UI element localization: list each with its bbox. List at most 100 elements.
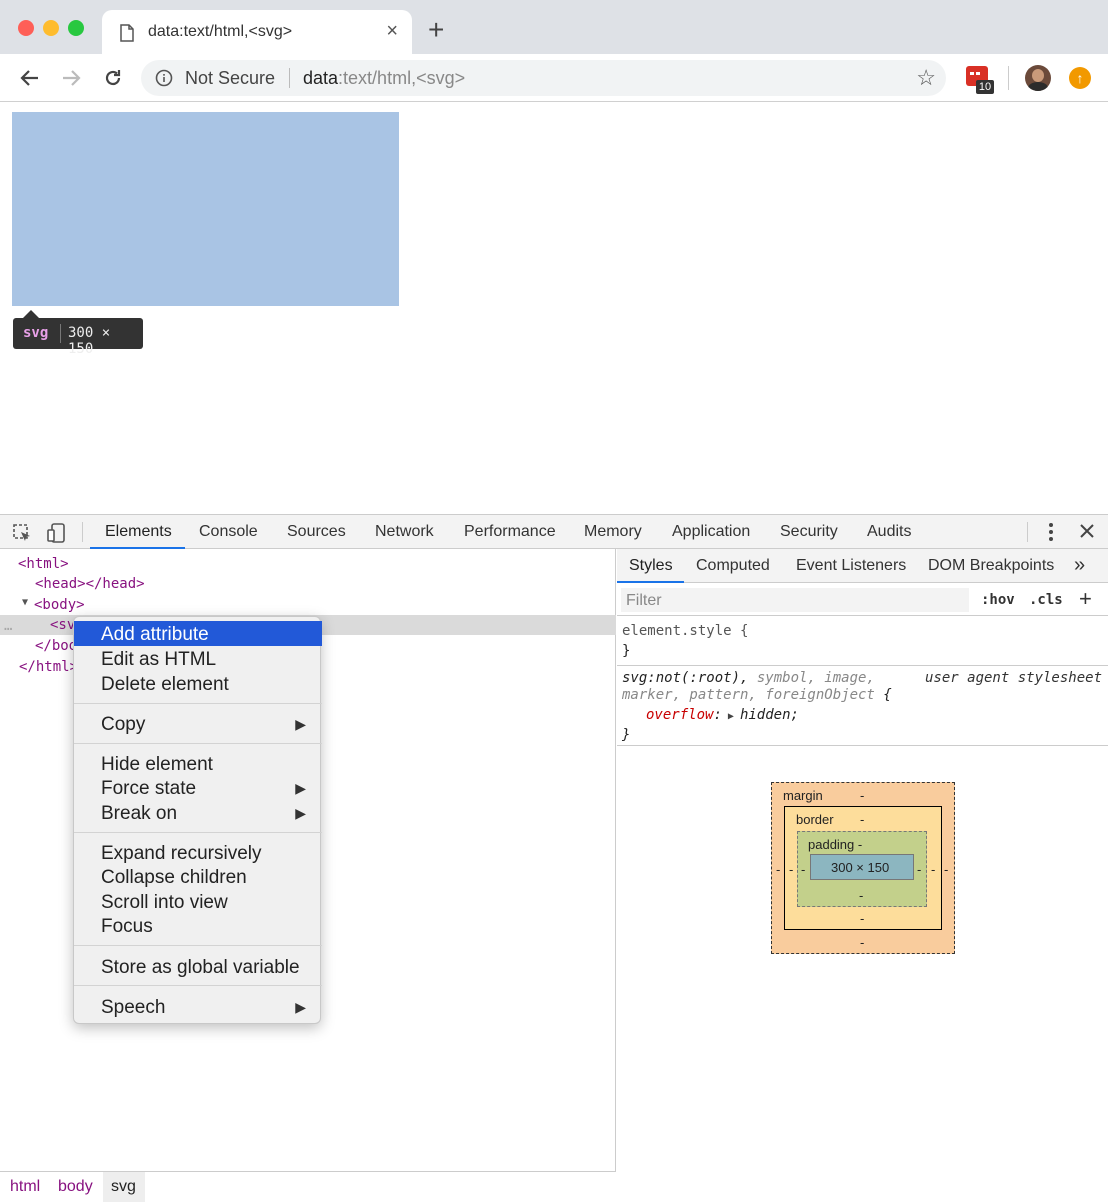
box-model-content[interactable]: 300 × 150 xyxy=(810,854,914,880)
tab-audits[interactable]: Audits xyxy=(867,523,911,541)
kebab-menu-icon[interactable] xyxy=(1043,521,1059,548)
menu-item-scroll-into-view[interactable]: Scroll into view xyxy=(74,889,322,914)
new-tab-button[interactable]: + xyxy=(428,16,444,44)
colon: : xyxy=(713,707,722,723)
ua-brace: { xyxy=(874,687,892,703)
ua-rule-selector[interactable]: svg:not(:root), symbol, image, xyxy=(622,670,875,686)
dom-body-close[interactable]: </bod xyxy=(35,638,77,654)
submenu-arrow-icon: ▶ xyxy=(295,780,306,796)
menu-item-delete-element[interactable]: Delete element xyxy=(74,671,322,696)
margin-top-value: - xyxy=(860,788,865,803)
menu-item-store-global[interactable]: Store as global variable xyxy=(74,954,322,979)
menu-item-edit-as-html[interactable]: Edit as HTML xyxy=(74,646,322,671)
menu-item-copy[interactable]: Copy ▶ xyxy=(74,711,322,736)
tab-styles[interactable]: Styles xyxy=(629,557,673,575)
close-devtools-icon[interactable] xyxy=(1078,522,1096,545)
submenu-arrow-icon: ▶ xyxy=(295,716,306,732)
new-style-rule-icon[interactable]: + xyxy=(1079,586,1092,612)
menu-item-hide-element[interactable]: Hide element xyxy=(74,751,322,776)
hov-toggle[interactable]: :hov xyxy=(981,592,1015,608)
rule-divider-2 xyxy=(617,745,1108,746)
rule-divider xyxy=(617,665,1108,666)
device-toolbar-icon[interactable] xyxy=(46,522,68,549)
forward-button[interactable] xyxy=(57,64,85,92)
window-minimize-button[interactable] xyxy=(43,20,59,36)
content-size: 300 × 150 xyxy=(831,860,890,875)
breadcrumb-html[interactable]: html xyxy=(10,1178,40,1196)
tab-memory[interactable]: Memory xyxy=(584,523,642,541)
tab-security[interactable]: Security xyxy=(780,523,838,541)
menu-item-label: Scroll into view xyxy=(101,892,228,913)
reload-icon xyxy=(105,70,121,86)
tabbar-divider-right xyxy=(1027,522,1028,542)
address-bar[interactable]: Not Secure data:text/html,<svg> ☆ xyxy=(141,60,946,96)
tab-console[interactable]: Console xyxy=(199,523,258,541)
info-icon[interactable] xyxy=(155,69,173,92)
cls-toggle[interactable]: .cls xyxy=(1029,592,1063,608)
submenu-arrow-icon: ▶ xyxy=(295,805,306,821)
profile-avatar[interactable] xyxy=(1025,65,1051,91)
menu-separator xyxy=(74,703,322,704)
dom-head[interactable]: <head></head> xyxy=(35,576,145,592)
menu-item-label: Copy xyxy=(101,714,146,735)
url-text: data:text/html,<svg> xyxy=(303,68,465,89)
expand-triangle-icon[interactable]: ▼ xyxy=(22,597,28,608)
menu-item-collapse-children[interactable]: Collapse children xyxy=(74,864,322,889)
bookmark-star-icon[interactable]: ☆ xyxy=(916,65,936,91)
back-button[interactable] xyxy=(16,64,44,92)
padding-top-value: - xyxy=(857,837,863,852)
menu-item-break-on[interactable]: Break on ▶ xyxy=(74,800,322,825)
box-model-margin[interactable]: margin - - - - border - - - - padding - … xyxy=(771,782,955,954)
extension-calendar-icon[interactable]: 10 xyxy=(966,66,994,94)
window-maximize-button[interactable] xyxy=(68,20,84,36)
ua-selector-match: svg:not(:root), xyxy=(622,670,749,686)
tab-close-icon[interactable]: × xyxy=(386,20,398,43)
box-model-border[interactable]: border - - - - padding - - - - 300 × 150 xyxy=(784,806,942,930)
dom-html-open[interactable]: <html> xyxy=(18,556,69,572)
box-model-padding[interactable]: padding - - - - 300 × 150 xyxy=(797,831,927,907)
padding-label-text: padding xyxy=(808,837,855,852)
menu-item-expand-recursively[interactable]: Expand recursively xyxy=(74,840,322,865)
tab-elements[interactable]: Elements xyxy=(105,523,172,541)
breadcrumb-svg[interactable]: svg xyxy=(111,1178,136,1196)
tab-dom-breakpoints[interactable]: DOM Breakpoints xyxy=(928,557,1054,575)
menu-item-label: Store as global variable xyxy=(101,957,300,978)
tab-sources[interactable]: Sources xyxy=(287,523,346,541)
tab-strip: data:text/html,<svg> × + xyxy=(0,0,1108,54)
tab-network[interactable]: Network xyxy=(375,523,434,541)
element-style-selector[interactable]: element.style { xyxy=(622,623,748,639)
menu-item-label: Focus xyxy=(101,916,153,937)
padding-label: padding - xyxy=(808,837,862,852)
filter-input[interactable] xyxy=(621,588,969,612)
tab-application[interactable]: Application xyxy=(672,523,750,541)
menu-item-add-attribute[interactable]: Add attribute xyxy=(74,621,322,646)
menu-item-label: Speech xyxy=(101,997,166,1018)
dom-body-open[interactable]: <body> xyxy=(34,597,85,613)
document-icon xyxy=(120,24,134,47)
tab-performance[interactable]: Performance xyxy=(464,523,556,541)
reload-button[interactable] xyxy=(99,64,127,92)
border-left-value: - xyxy=(789,862,794,877)
menu-item-label: Force state xyxy=(101,778,197,799)
browser-tab[interactable]: data:text/html,<svg> × xyxy=(102,10,412,54)
menu-item-force-state[interactable]: Force state ▶ xyxy=(74,775,322,800)
update-arrow-icon[interactable]: ↑ xyxy=(1069,67,1091,89)
security-label: Not Secure xyxy=(185,68,276,88)
tab-computed[interactable]: Computed xyxy=(696,557,770,575)
dom-svg[interactable]: <sv xyxy=(50,617,75,633)
dom-html-close[interactable]: </html> xyxy=(19,659,78,675)
breadcrumb-body[interactable]: body xyxy=(58,1178,93,1196)
address-divider xyxy=(289,68,290,88)
tab-event-listeners[interactable]: Event Listeners xyxy=(796,557,906,575)
more-tabs-icon[interactable]: » xyxy=(1074,554,1085,577)
menu-item-focus[interactable]: Focus xyxy=(74,913,322,938)
menu-item-speech[interactable]: Speech ▶ xyxy=(74,994,322,1019)
extension-badge: 10 xyxy=(976,80,994,94)
expand-value-icon[interactable]: ▶ xyxy=(722,711,740,722)
ua-stylesheet-source: user agent stylesheet xyxy=(925,670,1103,686)
node-more-ellipsis[interactable]: … xyxy=(4,618,12,634)
highlighted-svg-element[interactable] xyxy=(12,112,399,306)
window-close-button[interactable] xyxy=(18,20,34,36)
inspect-element-icon[interactable] xyxy=(12,523,32,548)
menu-separator xyxy=(74,832,322,833)
